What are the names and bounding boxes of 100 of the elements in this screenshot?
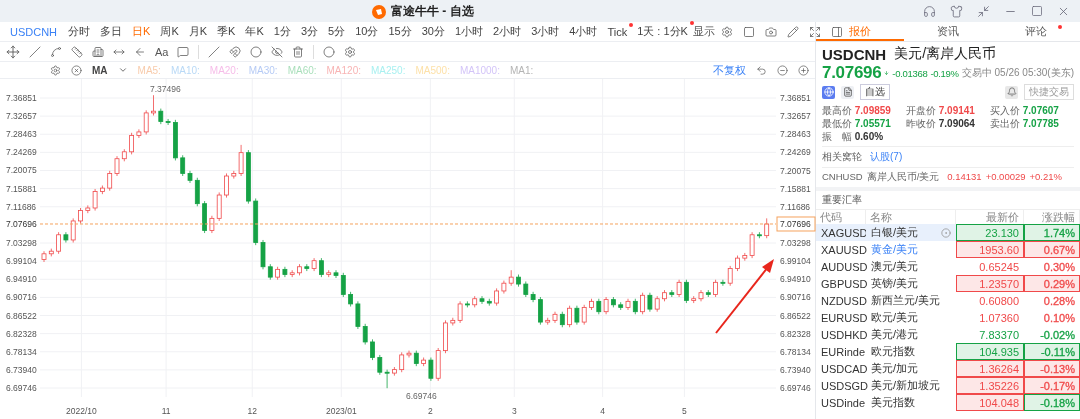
period-tab[interactable]: 1小时 — [449, 24, 489, 39]
candlestick — [362, 323, 368, 345]
table-cell[interactable]: EURUSD — [816, 309, 866, 326]
table-cell[interactable]: 黄金/美元 — [866, 241, 956, 258]
period-tab[interactable]: 15分 — [383, 24, 417, 39]
watchlist-button[interactable]: 自选 — [860, 84, 890, 100]
table-cell[interactable]: USDinde — [816, 394, 866, 411]
candlestick — [457, 300, 463, 324]
period-tab[interactable]: 3分 — [295, 24, 324, 39]
panel-tab[interactable]: 资讯 — [904, 22, 992, 41]
period-tab[interactable]: 3小时 — [526, 24, 565, 39]
text-tool[interactable]: Aa — [155, 45, 169, 58]
table-cell[interactable]: USDSGD — [816, 377, 866, 394]
warrant-link[interactable]: 认股(7) — [870, 150, 903, 164]
period-tab[interactable]: Tick — [602, 25, 633, 38]
table-cell[interactable]: 美元指数 — [866, 394, 956, 411]
column-header[interactable]: 最新价 — [956, 209, 1024, 224]
pencil-icon[interactable] — [786, 25, 799, 38]
table-cell[interactable]: 美元/港元 — [866, 326, 956, 343]
camera-icon[interactable] — [764, 25, 777, 38]
magnet-icon[interactable] — [229, 45, 242, 58]
candlestick — [640, 292, 645, 315]
table-cell[interactable]: 新西兰元/美元 — [866, 292, 956, 309]
adjust-link[interactable]: 不复权 — [713, 62, 746, 78]
path-tool-icon[interactable] — [50, 45, 62, 58]
table-cell[interactable]: 欧元/美元 — [866, 309, 956, 326]
settings-icon[interactable] — [720, 25, 733, 38]
comment-icon[interactable] — [177, 45, 190, 58]
table-cell[interactable]: USDCAD — [816, 360, 866, 377]
period-tab[interactable]: 5分 — [323, 24, 351, 39]
indicator-dropdown[interactable]: MA — [92, 64, 108, 76]
settings-icon[interactable] — [50, 64, 61, 76]
period-tab[interactable]: 月K — [183, 24, 213, 39]
line-tool-icon[interactable] — [29, 45, 41, 58]
period-tab[interactable]: 10分 — [350, 24, 384, 39]
table-cell[interactable]: USDHKD — [816, 326, 866, 343]
period-tab[interactable]: 1分 — [268, 24, 296, 39]
undo-icon[interactable] — [756, 64, 767, 76]
y-axis-label: 6.90716 — [780, 292, 811, 303]
move-icon[interactable] — [6, 44, 20, 59]
table-cell[interactable]: XAGUSD — [816, 224, 866, 241]
trash-icon[interactable] — [292, 45, 305, 58]
candlestick — [428, 357, 434, 382]
display-dropdown[interactable]: 显示 — [692, 24, 715, 39]
candlestick — [479, 295, 485, 305]
candlestick — [92, 188, 98, 211]
square-icon[interactable] — [742, 25, 755, 38]
candlestick — [180, 154, 186, 177]
candlestick — [720, 279, 726, 287]
fullscreen-icon[interactable] — [808, 25, 821, 38]
candlestick — [151, 94, 156, 116]
period-tab[interactable]: 季K — [212, 24, 241, 39]
headphones-icon[interactable] — [923, 4, 936, 18]
maximize-icon[interactable] — [1031, 5, 1043, 17]
circle-icon[interactable] — [250, 45, 263, 58]
table-cell[interactable]: 欧元指数 — [866, 343, 956, 360]
period-tab[interactable]: 周K — [155, 24, 184, 39]
panel-tab[interactable]: 评论 — [992, 22, 1080, 41]
symbol-name: 美元/离岸人民币 — [894, 45, 997, 63]
high-price-label: 7.37496 — [150, 84, 181, 94]
shrink-icon[interactable] — [977, 4, 990, 18]
arrow-left-icon[interactable] — [134, 45, 146, 58]
ruler-icon[interactable] — [71, 45, 83, 58]
table-cell[interactable]: XAUUSD — [816, 241, 866, 258]
hide-icon[interactable] — [271, 45, 284, 58]
period-tab[interactable]: 4小时 — [564, 24, 603, 39]
zoom-in-icon[interactable] — [798, 64, 809, 76]
column-header[interactable]: 涨跌幅 — [1024, 209, 1080, 224]
candlestick — [530, 291, 536, 303]
shirt-icon[interactable] — [950, 4, 963, 18]
table-cell[interactable]: 英镑/美元 — [866, 275, 956, 292]
y-axis-label: 6.78134 — [6, 346, 37, 357]
period-tab[interactable]: 多日 — [95, 24, 128, 39]
x-axis-label: 11 — [161, 406, 171, 416]
table-cell[interactable]: NZDUSD — [816, 292, 866, 309]
period-tab[interactable]: 2小时 — [488, 24, 527, 39]
table-cell[interactable]: EURinde — [816, 343, 866, 360]
notification-dot — [629, 22, 634, 27]
period-tab[interactable]: 30分 — [416, 24, 450, 39]
y-axis-label: 7.28463 — [6, 129, 37, 140]
period-tab[interactable]: 分时 — [63, 24, 96, 39]
table-cell[interactable]: 白银/美元 — [866, 224, 956, 241]
table-cell[interactable]: GBPUSD — [816, 275, 866, 292]
range-dropdown[interactable]: 1天 : 1分K — [632, 24, 693, 39]
table-cell[interactable]: 美元/加元 — [866, 360, 956, 377]
candlestick — [647, 292, 653, 313]
remove-icon[interactable] — [71, 64, 82, 76]
zoom-out-icon[interactable] — [777, 64, 788, 76]
x-axis-label: 5 — [682, 406, 687, 416]
globe-icon[interactable] — [822, 85, 835, 99]
period-tab[interactable]: 年K — [240, 24, 269, 39]
panel-icon[interactable] — [830, 25, 843, 38]
document-icon[interactable] — [841, 85, 854, 99]
quote-field: 最低价 7.05571 — [822, 117, 906, 130]
y-axis-label: 6.78134 — [780, 346, 811, 357]
table-cell[interactable]: AUDUSD — [816, 258, 866, 275]
bell-icon[interactable] — [1005, 85, 1018, 99]
settings-icon[interactable] — [344, 45, 357, 58]
table-cell[interactable]: 澳元/美元 — [866, 258, 956, 275]
ma-label: MA10: — [170, 64, 200, 76]
